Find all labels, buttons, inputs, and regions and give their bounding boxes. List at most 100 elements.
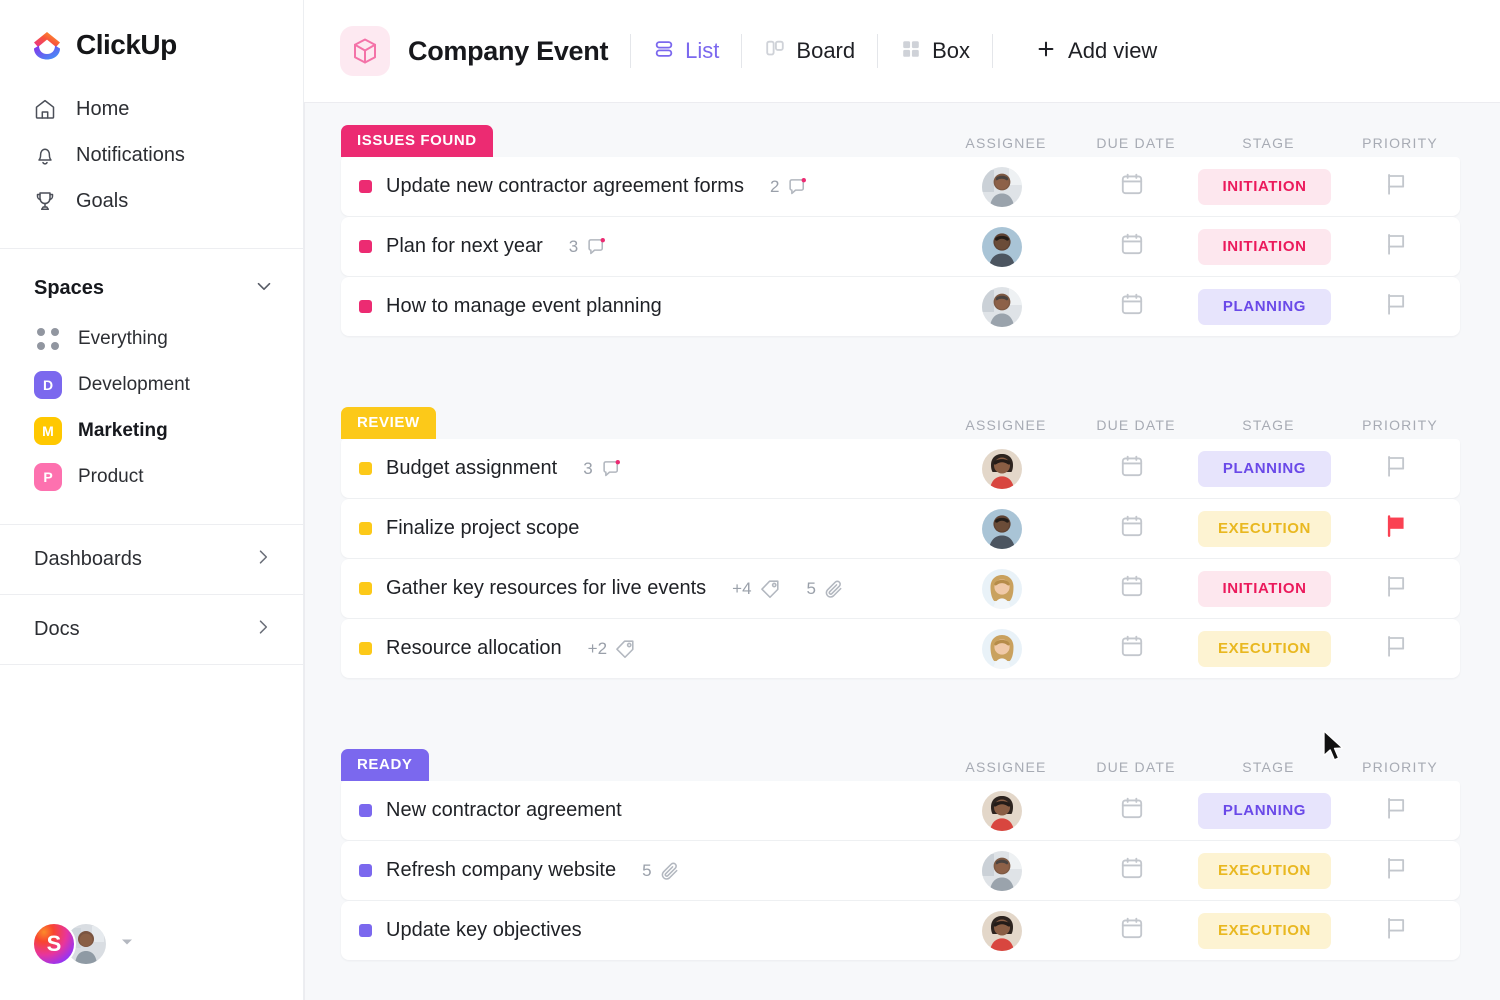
column-header-due-date[interactable]: DUE DATE — [1071, 759, 1201, 775]
due-date-cell[interactable] — [1067, 795, 1197, 826]
priority-flag-icon[interactable] — [1383, 573, 1409, 604]
avatar[interactable] — [982, 850, 1022, 891]
chevron-right-icon[interactable] — [253, 547, 273, 572]
calendar-icon[interactable] — [1119, 453, 1145, 484]
chevron-down-icon[interactable] — [253, 275, 275, 302]
column-header-stage[interactable]: STAGE — [1201, 135, 1336, 151]
calendar-icon[interactable] — [1119, 573, 1145, 604]
column-header-due-date[interactable]: DUE DATE — [1071, 135, 1201, 151]
sidebar-item-development[interactable]: D Development — [0, 362, 303, 408]
priority-flag-icon[interactable] — [1383, 915, 1409, 946]
sidebar-item-docs[interactable]: Docs — [0, 594, 303, 664]
task-name-cell[interactable]: Update new contractor agreement forms 2 — [341, 175, 937, 198]
sidebar-item-marketing[interactable]: M Marketing — [0, 408, 303, 454]
sidebar-item-everything[interactable]: Everything — [0, 316, 303, 362]
sidebar-footer[interactable]: S — [0, 922, 304, 966]
avatar[interactable] — [982, 628, 1022, 669]
stage-cell[interactable]: PLANNING — [1197, 450, 1332, 487]
stage-cell[interactable]: INITIATION — [1197, 228, 1332, 265]
task-status-dot[interactable] — [359, 642, 372, 655]
assignee-cell[interactable] — [937, 790, 1067, 831]
table-row[interactable]: Budget assignment 3 PLANNING — [341, 439, 1460, 498]
stage-cell[interactable]: EXECUTION — [1197, 852, 1332, 889]
due-date-cell[interactable] — [1067, 291, 1197, 322]
add-view-button[interactable]: Add view — [1035, 38, 1157, 65]
task-name-cell[interactable]: New contractor agreement — [341, 799, 937, 822]
stage-badge[interactable]: INITIATION — [1198, 228, 1331, 265]
table-row[interactable]: Update key objectives EXECUTION — [341, 901, 1460, 960]
task-name-cell[interactable]: Plan for next year 3 — [341, 235, 937, 258]
table-row[interactable]: Refresh company website 5 EXECUTION — [341, 841, 1460, 900]
priority-cell[interactable] — [1332, 573, 1460, 604]
priority-cell[interactable] — [1332, 795, 1460, 826]
task-status-dot[interactable] — [359, 300, 372, 313]
task-status-dot[interactable] — [359, 804, 372, 817]
group-status-badge[interactable]: ISSUES FOUND — [341, 125, 493, 157]
comment-count[interactable]: 3 — [583, 458, 621, 480]
stage-cell[interactable]: INITIATION — [1197, 168, 1332, 205]
due-date-cell[interactable] — [1067, 855, 1197, 886]
calendar-icon[interactable] — [1119, 855, 1145, 886]
priority-cell[interactable] — [1332, 633, 1460, 664]
priority-cell[interactable] — [1332, 513, 1460, 544]
priority-cell[interactable] — [1332, 231, 1460, 262]
priority-flag-icon[interactable] — [1383, 855, 1409, 886]
task-status-dot[interactable] — [359, 180, 372, 193]
calendar-icon[interactable] — [1119, 171, 1145, 202]
avatar[interactable] — [982, 166, 1022, 207]
task-status-dot[interactable] — [359, 462, 372, 475]
calendar-icon[interactable] — [1119, 231, 1145, 262]
assignee-cell[interactable] — [937, 628, 1067, 669]
sidebar-item-home[interactable]: Home — [0, 86, 303, 132]
task-name-cell[interactable]: Resource allocation +2 — [341, 637, 937, 660]
assignee-cell[interactable] — [937, 568, 1067, 609]
avatar[interactable] — [982, 286, 1022, 327]
tag-count[interactable]: +4 — [732, 578, 780, 600]
due-date-cell[interactable] — [1067, 915, 1197, 946]
stage-cell[interactable]: EXECUTION — [1197, 510, 1332, 547]
attachment-count[interactable]: 5 — [642, 860, 680, 882]
avatar[interactable] — [982, 448, 1022, 489]
priority-flag-icon[interactable] — [1383, 453, 1409, 484]
calendar-icon[interactable] — [1119, 795, 1145, 826]
due-date-cell[interactable] — [1067, 171, 1197, 202]
tab-list[interactable]: List — [653, 38, 719, 65]
column-header-priority[interactable]: PRIORITY — [1336, 759, 1464, 775]
task-name-cell[interactable]: Update key objectives — [341, 919, 937, 942]
stage-badge[interactable]: PLANNING — [1198, 288, 1331, 325]
avatar[interactable] — [982, 910, 1022, 951]
stage-badge[interactable]: EXECUTION — [1198, 630, 1331, 667]
column-header-stage[interactable]: STAGE — [1201, 759, 1336, 775]
priority-flag-icon[interactable] — [1383, 171, 1409, 202]
stage-cell[interactable]: EXECUTION — [1197, 630, 1332, 667]
column-header-priority[interactable]: PRIORITY — [1336, 135, 1464, 151]
stage-badge[interactable]: INITIATION — [1198, 168, 1331, 205]
stage-cell[interactable]: PLANNING — [1197, 288, 1332, 325]
stage-badge[interactable]: EXECUTION — [1198, 510, 1331, 547]
assignee-cell[interactable] — [937, 226, 1067, 267]
assignee-cell[interactable] — [937, 850, 1067, 891]
calendar-icon[interactable] — [1119, 633, 1145, 664]
due-date-cell[interactable] — [1067, 573, 1197, 604]
calendar-icon[interactable] — [1119, 915, 1145, 946]
task-name-cell[interactable]: Budget assignment 3 — [341, 457, 937, 480]
table-row[interactable]: Resource allocation +2 EXECUTION — [341, 619, 1460, 678]
table-row[interactable]: Gather key resources for live events +4 … — [341, 559, 1460, 618]
assignee-cell[interactable] — [937, 910, 1067, 951]
column-header-priority[interactable]: PRIORITY — [1336, 417, 1464, 433]
stage-cell[interactable]: INITIATION — [1197, 570, 1332, 607]
priority-cell[interactable] — [1332, 915, 1460, 946]
priority-flag-icon[interactable] — [1383, 291, 1409, 322]
table-row[interactable]: Finalize project scope EXECUTION — [341, 499, 1460, 558]
avatar[interactable] — [982, 568, 1022, 609]
table-row[interactable]: How to manage event planning PLANNING — [341, 277, 1460, 336]
stage-cell[interactable]: PLANNING — [1197, 792, 1332, 829]
priority-cell[interactable] — [1332, 453, 1460, 484]
assignee-cell[interactable] — [937, 166, 1067, 207]
stage-badge[interactable]: EXECUTION — [1198, 852, 1331, 889]
avatar[interactable] — [982, 790, 1022, 831]
priority-flag-icon[interactable] — [1383, 231, 1409, 262]
due-date-cell[interactable] — [1067, 453, 1197, 484]
avatar-stack[interactable]: S — [32, 922, 108, 966]
sidebar-item-product[interactable]: P Product — [0, 454, 303, 500]
